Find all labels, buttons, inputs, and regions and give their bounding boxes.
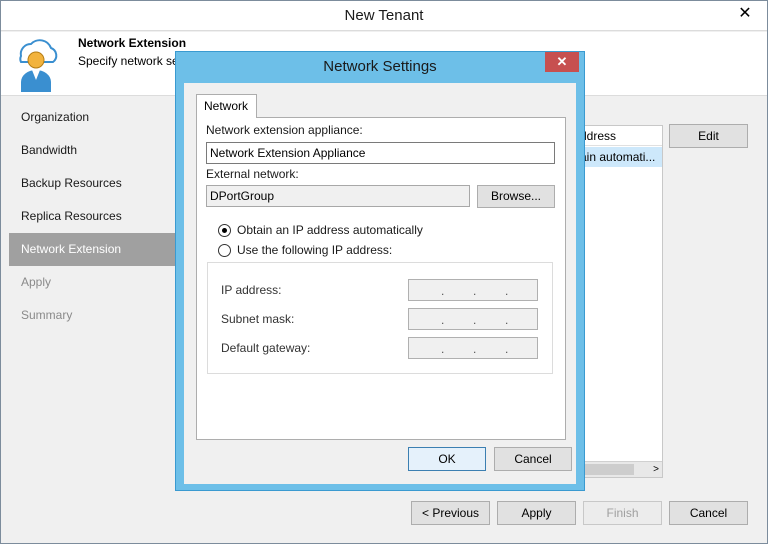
step-network-extension[interactable]: Network Extension [9,233,176,266]
radio-obtain-automatically-label[interactable]: Obtain an IP address automatically [237,223,423,237]
dialog-cancel-button[interactable]: Cancel [494,447,572,471]
window-title: New Tenant [344,7,424,24]
edit-button[interactable]: Edit [669,124,748,148]
default-gateway-field: ... [408,337,538,359]
subnet-mask-field: ... [408,308,538,330]
ip-address-label: IP address: [221,283,282,297]
network-tab-panel: Network extension appliance: Network Ext… [196,117,566,440]
external-network-field[interactable]: DPortGroup [206,185,470,207]
step-summary: Summary [21,308,73,322]
appliance-field[interactable]: Network Extension Appliance [206,142,555,164]
tenant-avatar-icon [19,39,58,92]
ip-settings-group: IP address: ... Subnet mask: ... Default… [207,262,553,374]
wizard-steps: Organization Bandwidth Backup Resources … [9,101,176,332]
window-close-button[interactable]: ✕ [731,3,759,25]
table-row[interactable]: ain automati... [572,147,662,167]
radio-obtain-automatically[interactable] [218,224,231,237]
subnet-mask-label: Subnet mask: [221,312,295,326]
ip-address-field: ... [408,279,538,301]
column-header-address[interactable]: ddress [572,126,662,146]
dialog-title: Network Settings [323,58,437,75]
finish-button: Finish [583,501,662,525]
browse-button[interactable]: Browse... [477,185,555,208]
horizontal-scrollbar[interactable]: > [572,461,662,477]
scrollbar-thumb[interactable] [582,464,634,475]
previous-button[interactable]: < Previous [411,501,490,525]
scroll-right-icon[interactable]: > [653,462,659,477]
appliance-label: Network extension appliance: [206,123,363,137]
header-title: Network Extension [78,36,187,50]
step-backup-resources[interactable]: Backup Resources [9,167,176,200]
step-apply: Apply [21,275,52,289]
dialog-body: Network Network extension appliance: Net… [184,83,576,484]
radio-use-following-label[interactable]: Use the following IP address: [237,243,392,257]
title-bar: New Tenant ✕ [1,1,767,31]
step-replica-resources[interactable]: Replica Resources [9,200,176,233]
step-bandwidth[interactable]: Bandwidth [9,134,176,167]
step-organization[interactable]: Organization [9,101,176,134]
external-network-label: External network: [206,167,299,181]
dialog-close-button[interactable]: ✕ [545,52,579,72]
apply-button[interactable]: Apply [497,501,576,525]
network-settings-dialog: Network Settings ✕ Network Network exten… [175,51,585,491]
cancel-button[interactable]: Cancel [669,501,748,525]
tab-network[interactable]: Network [196,94,257,118]
radio-use-following[interactable] [218,244,231,257]
header-subtitle: Specify network se [78,54,179,68]
ok-button[interactable]: OK [408,447,486,471]
default-gateway-label: Default gateway: [221,341,311,355]
